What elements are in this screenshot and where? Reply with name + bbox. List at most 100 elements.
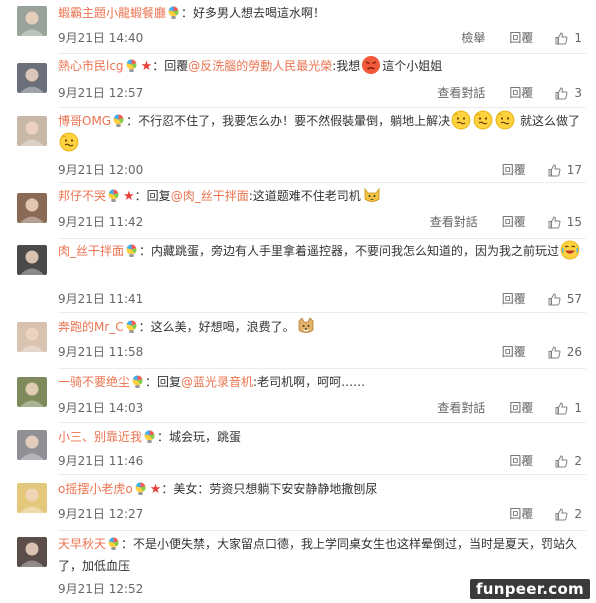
commenter-name[interactable]: 肉_丝干拌面 (58, 244, 124, 258)
like-button[interactable]: 2 (555, 452, 582, 470)
verified-bulb-icon (144, 430, 155, 443)
avatar[interactable] (17, 245, 47, 275)
comment-text: o摇摆小老虎o ★：美女：劳资只想躺下安安静静地撒刨尿 (58, 478, 582, 501)
reply-button[interactable]: 回覆 (509, 29, 533, 47)
thumbs-up-icon (555, 454, 568, 467)
commenter-name[interactable]: 奔跑的Mr_C (58, 320, 124, 334)
avatar[interactable] (17, 377, 47, 407)
view-conversation-button[interactable]: 查看對話 (430, 213, 478, 231)
commenter-name[interactable]: 一骑不要绝尘 (58, 375, 130, 389)
divider (58, 312, 586, 313)
reply-target-link[interactable]: @反洗腦的勞動人民最光榮 (188, 59, 332, 73)
avatar[interactable] (17, 116, 47, 146)
doge-emoji-icon (298, 317, 314, 333)
report-button[interactable]: 檢舉 (461, 29, 485, 47)
divider (58, 474, 586, 475)
comment-meta: 9月21日 11:41 回覆 57 (58, 290, 582, 308)
verified-bulb-icon (126, 320, 137, 333)
commenter-name[interactable]: 蝦霸主題小龍蝦餐廳 (58, 6, 166, 20)
like-button[interactable]: 26 (548, 343, 582, 361)
avatar[interactable] (17, 430, 47, 460)
thumbs-up-icon (555, 401, 568, 414)
commenter-name[interactable]: 天早秋天 (58, 537, 106, 551)
reply-target-link[interactable]: @肉_丝干拌面 (171, 189, 249, 203)
reply-button[interactable]: 回覆 (509, 505, 533, 523)
view-conversation-button[interactable]: 查看對話 (437, 84, 485, 102)
reply-button[interactable]: 回覆 (502, 290, 526, 308)
like-button[interactable]: 2 (555, 505, 582, 523)
divider (58, 530, 586, 531)
avatar[interactable] (17, 63, 47, 93)
like-button[interactable]: 1 (555, 29, 582, 47)
verified-bulb-icon (126, 59, 137, 72)
reply-button[interactable]: 回覆 (509, 399, 533, 417)
verified-bulb-icon (135, 482, 146, 495)
comment-text: 肉_丝干拌面 ：内藏跳蛋，旁边有人手里拿着遥控器，不要问我怎么知道的，因为我之前玩… (58, 240, 582, 262)
like-button[interactable]: 3 (555, 84, 582, 102)
thumbs-up-icon (555, 31, 568, 44)
comment-text: 天早秋天 ：不是小便失禁，大家留点口德，我上学同桌女生也这样晕倒过，当时是夏天，罚… (58, 533, 582, 577)
commenter-name[interactable]: o摇摆小老虎o (58, 482, 133, 496)
avatar[interactable] (17, 6, 47, 36)
timestamp: 9月21日 12:52 (58, 582, 144, 596)
avatar[interactable] (17, 483, 47, 513)
comment-body-cont: 這个小姐姐 (382, 59, 443, 73)
verified-bulb-icon (126, 244, 137, 257)
comment-body: :这道题难不住老司机 (248, 189, 361, 203)
reply-target-link[interactable]: @蓝光录音机 (181, 375, 253, 389)
comment-actions: 查看對話 回覆 3 (413, 84, 582, 102)
like-button[interactable]: 57 (548, 290, 582, 308)
avatar[interactable] (17, 193, 47, 223)
reply-button[interactable]: 回覆 (509, 84, 533, 102)
commenter-name[interactable]: 小三、别靠近我 (58, 430, 142, 444)
commenter-name[interactable]: 邦仔不哭 (58, 189, 106, 203)
commenter-name[interactable]: 熱心市民lcg (58, 59, 124, 73)
verified-bulb-icon (108, 537, 119, 550)
verified-bulb-icon (113, 114, 124, 127)
comment-body-cont: 就这么做了 (516, 114, 580, 128)
watermark: funpeer.com (469, 579, 590, 599)
comment-actions: 查看對話 回覆 1 (413, 399, 582, 417)
view-conversation-button[interactable]: 查看對話 (437, 399, 485, 417)
reply-button[interactable]: 回覆 (509, 452, 533, 470)
timestamp: 9月21日 14:40 (58, 31, 144, 45)
timestamp: 9月21日 11:46 (58, 454, 144, 468)
comment-meta: 9月21日 11:58 回覆 26 (58, 343, 582, 361)
comment-actions: 回覆 57 (478, 290, 582, 308)
divider (58, 53, 586, 54)
avatar[interactable] (17, 322, 47, 352)
star-badge-icon: ★ (140, 59, 153, 74)
comment-meta: 9月21日 12:00 回覆 17 (58, 161, 582, 179)
avatar[interactable] (17, 537, 47, 567)
thumbs-up-icon (555, 86, 568, 99)
comment-text: 邦仔不哭 ★：回复@肉_丝干拌面:这道题难不住老司机 (58, 185, 582, 208)
timestamp: 9月21日 11:58 (58, 345, 144, 359)
commenter-name[interactable]: 博哥OMG (58, 114, 111, 128)
laugh-cry-emoji-icon (560, 240, 580, 260)
reply-button[interactable]: 回覆 (502, 161, 526, 179)
comment-body: ：这么美，好想喝，浪费了。 (138, 320, 295, 334)
reply-label: ：回复 (145, 375, 182, 389)
thumbs-up-icon (548, 215, 561, 228)
like-count: 15 (566, 215, 582, 229)
divider (58, 238, 586, 239)
comment-meta: 9月21日 11:42 查看對話 回覆 15 (58, 213, 582, 231)
verified-bulb-icon (108, 189, 119, 202)
like-button[interactable]: 1 (555, 399, 582, 417)
comment-actions: 回覆 2 (485, 505, 582, 523)
like-count: 2 (574, 454, 582, 468)
comment-body: ：美女：劳资只想躺下安安静静地撒刨尿 (161, 482, 378, 496)
reply-button[interactable]: 回覆 (502, 343, 526, 361)
comment-meta: 9月21日 14:40 檢舉 回覆 1 (58, 29, 582, 47)
like-button[interactable]: 15 (548, 213, 582, 231)
comment-body: :老司机啊，呵呵…… (253, 375, 366, 389)
awkward-emoji-icon (59, 132, 79, 152)
timestamp: 9月21日 11:41 (58, 292, 144, 306)
like-button[interactable]: 17 (548, 161, 582, 179)
comment-actions: 回覆 26 (478, 343, 582, 361)
comment-meta: 9月21日 14:03 查看對話 回覆 1 (58, 399, 582, 417)
comment-meta: 9月21日 12:27 回覆 2 (58, 505, 582, 523)
thumbs-up-icon (555, 507, 568, 520)
divider (58, 182, 586, 183)
reply-button[interactable]: 回覆 (502, 213, 526, 231)
